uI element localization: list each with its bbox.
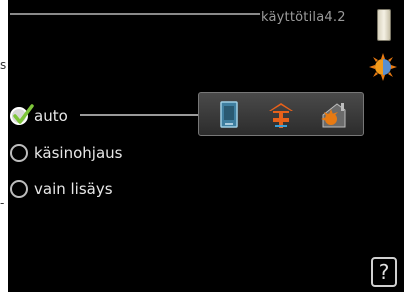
radio-kasinohjaus[interactable] [10, 144, 28, 162]
edge-mark: - [0, 196, 5, 210]
addition-heat-icon [269, 103, 293, 128]
mode-icons-panel [198, 92, 364, 136]
option-label: vain lisäys [34, 180, 113, 198]
radio-auto[interactable] [10, 104, 34, 125]
edge-mark: s [0, 58, 7, 72]
header-divider [10, 13, 260, 15]
checkmark-icon [13, 104, 34, 124]
radio-vain-lisays[interactable] [10, 180, 28, 198]
option-kasinohjaus[interactable]: käsinohjaus [10, 141, 122, 165]
scroll-indicator[interactable] [377, 9, 391, 41]
help-button[interactable]: ? [371, 257, 397, 287]
option-label: auto [34, 107, 68, 125]
option-auto[interactable]: auto [10, 104, 68, 128]
selection-connector [80, 114, 200, 116]
sun-globe-icon [369, 53, 397, 81]
option-vain-lisays[interactable]: vain lisäys [10, 177, 113, 201]
option-label: käsinohjaus [34, 144, 123, 162]
display-screen: käyttötila4.2 auto käsinohjaus vain lisä… [8, 0, 404, 292]
page-title: käyttötila4.2 [261, 10, 346, 25]
heating-unit-icon [220, 101, 238, 128]
house-heating-icon [321, 103, 346, 128]
